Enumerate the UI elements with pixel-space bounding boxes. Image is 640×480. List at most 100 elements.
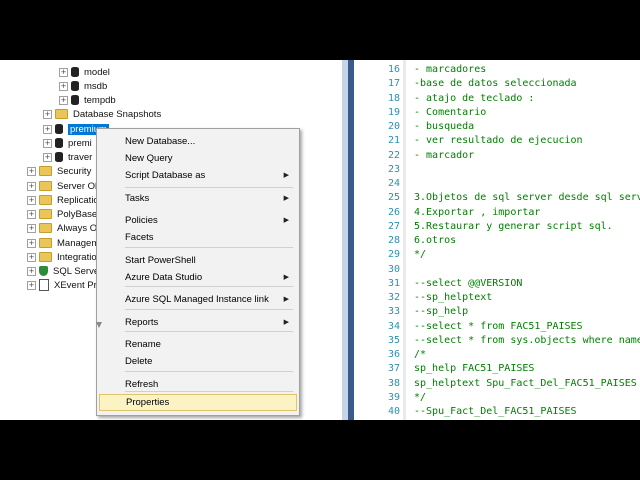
expand-icon[interactable]: + [43, 110, 52, 119]
code-line[interactable]: - marcadores [414, 63, 486, 77]
code-line[interactable]: --Spu_Fact_Del_FAC51_PAISES [414, 405, 577, 419]
line-number: 32 [387, 292, 400, 303]
expand-icon[interactable]: + [27, 210, 36, 219]
database-icon [55, 152, 63, 162]
line-number: 27 [387, 220, 400, 232]
code-line[interactable]: - Comentario [414, 106, 486, 120]
menu-item-new-database[interactable]: New Database... [99, 133, 297, 150]
menu-item-azure-data-studio[interactable]: Azure Data Studio ▶ [99, 269, 297, 286]
line-number: 39 [387, 391, 400, 403]
menu-item-start-powershell[interactable]: Start PowerShell [99, 252, 297, 269]
line-number: 24 [387, 178, 400, 189]
code-line[interactable]: /* [414, 348, 426, 362]
expand-icon[interactable]: + [59, 68, 68, 77]
expand-icon[interactable]: + [27, 253, 36, 262]
tree-node-label: Server Ob [57, 180, 101, 192]
line-number: 33 [387, 306, 400, 318]
tree-node[interactable]: + Database Snapshots [43, 107, 162, 121]
line-number: 34 [387, 320, 400, 332]
tree-node[interactable]: + model [59, 65, 110, 79]
menu-item-facets[interactable]: Facets [99, 229, 297, 246]
line-number: 30 [387, 263, 400, 275]
tree-node[interactable]: + premi [43, 136, 92, 150]
code-line[interactable]: sp_helptext Spu_Fact_Del_FAC51_PAISES [414, 377, 637, 391]
tree-node[interactable]: + Integratio [27, 250, 97, 264]
line-number: 38 [387, 377, 400, 389]
menu-item-label: Reports [125, 317, 159, 328]
mouse-cursor [96, 322, 102, 328]
code-line[interactable]: - marcador [414, 149, 474, 163]
folder-icon [39, 252, 52, 262]
tree-node-label: Database Snapshots [73, 108, 162, 120]
expand-icon[interactable]: + [27, 196, 36, 205]
tree-node[interactable]: + traver [43, 150, 92, 164]
code-line[interactable]: 5.Restaurar y generar script sql. [414, 220, 613, 234]
expand-icon[interactable]: + [27, 239, 36, 248]
expand-icon[interactable]: + [27, 182, 36, 191]
tree-node[interactable]: + Security [27, 164, 92, 178]
code-line[interactable]: sp_help FAC51_PAISES [414, 362, 534, 376]
code-line[interactable]: - ver resultado de ejecucion [414, 134, 583, 148]
menu-item-delete[interactable]: Delete [99, 353, 297, 370]
tree-node[interactable]: + tempdb [59, 93, 116, 107]
line-number: 19 [387, 106, 400, 118]
code-line[interactable]: -base de datos seleccionada [414, 77, 577, 91]
menu-item-script-database-as[interactable]: Script Database as ▶ [99, 167, 297, 184]
expand-icon[interactable]: + [59, 96, 68, 105]
expand-icon[interactable]: + [43, 125, 52, 134]
tree-node[interactable]: + Managem [27, 236, 100, 250]
menu-item-policies[interactable]: Policies ▶ [99, 212, 297, 229]
submenu-arrow-icon: ▶ [283, 274, 289, 281]
expand-icon[interactable]: + [27, 281, 36, 290]
query-editor[interactable]: 16 17 18 19 20 21 22 23 24 25 26 27 28 29 30 31 32 33 34 35… [354, 60, 640, 420]
menu-item-label: Azure Data Studio [125, 272, 203, 283]
tree-node[interactable]: + msdb [59, 79, 107, 93]
menu-item-reports[interactable]: Reports ▶ [99, 314, 297, 331]
expand-icon[interactable]: + [43, 153, 52, 162]
tree-node-label: Security [57, 165, 92, 177]
menu-separator [125, 331, 293, 332]
tree-node[interactable]: + Always O [27, 221, 98, 235]
expand-icon[interactable]: + [27, 167, 36, 176]
menu-item-label: Delete [125, 356, 153, 367]
code-line[interactable]: 3.Objetos de sql server desde sql server [414, 191, 640, 205]
tree-node[interactable]: + Replicatio [27, 193, 99, 207]
menu-separator [125, 187, 293, 188]
folder-icon [39, 181, 52, 191]
code-line[interactable]: 4.Exportar , importar [414, 206, 540, 220]
code-line[interactable]: --select @@VERSION [414, 277, 522, 291]
menu-item-tasks[interactable]: Tasks ▶ [99, 190, 297, 207]
tree-node-label: premi [68, 137, 92, 149]
tree-node[interactable]: + Server Ob [27, 179, 101, 193]
menu-item-rename[interactable]: Rename [99, 336, 297, 353]
expand-icon[interactable]: + [27, 224, 36, 233]
code-line[interactable]: --sp_help [414, 305, 468, 319]
tree-node-label: Managem [57, 237, 100, 249]
code-line[interactable]: */ [414, 391, 426, 405]
code-line[interactable]: --select * from FAC51_PAISES [414, 320, 583, 334]
expand-icon[interactable]: + [27, 267, 36, 276]
tree-node[interactable]: + PolyBase [27, 207, 97, 221]
code-line[interactable]: - atajo de teclado : [414, 92, 534, 106]
tree-node-label: Always O [57, 222, 98, 234]
folder-icon [55, 109, 68, 119]
menu-item-label: Azure SQL Managed Instance link [125, 294, 269, 305]
code-line[interactable]: - busqueda [414, 120, 474, 134]
tree-node[interactable]: + SQL Serve [27, 264, 99, 278]
expand-icon[interactable]: + [59, 82, 68, 91]
line-number: 26 [387, 206, 400, 218]
menu-item-new-query[interactable]: New Query [99, 150, 297, 167]
database-icon [71, 81, 79, 91]
code-line[interactable]: */ [414, 248, 426, 262]
menu-item-properties[interactable]: Properties [99, 394, 297, 411]
code-line[interactable]: --sp_helptext [414, 291, 492, 305]
menu-item-azure-sql-managed-instance-link[interactable]: Azure SQL Managed Instance link ▶ [99, 291, 297, 308]
folder-icon [39, 223, 52, 233]
tree-node[interactable]: + XEvent Pr [27, 278, 97, 292]
code-line[interactable]: 6.otros [414, 234, 456, 248]
line-number: 35 [387, 334, 400, 346]
expand-icon[interactable]: + [43, 139, 52, 148]
menu-separator [125, 371, 293, 372]
submenu-arrow-icon: ▶ [283, 319, 289, 326]
code-line[interactable]: --select * from sys.objects where name l… [414, 334, 640, 348]
